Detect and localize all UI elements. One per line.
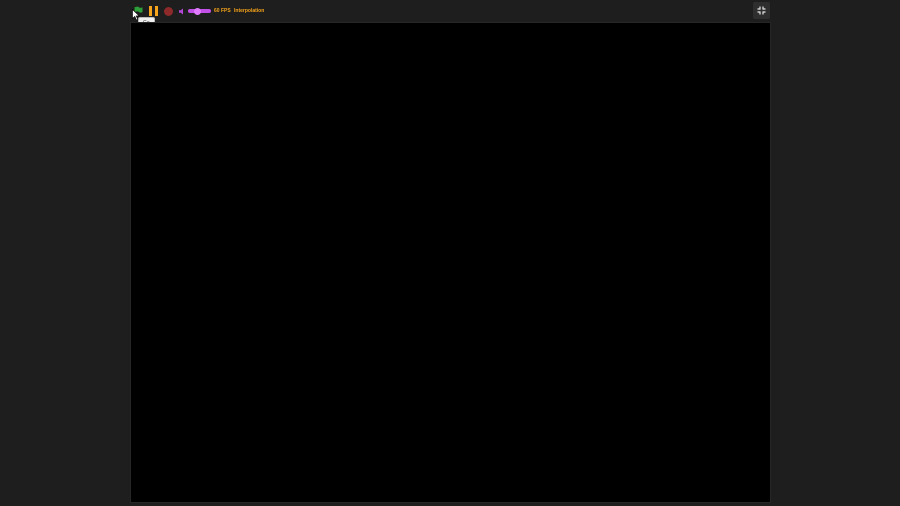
project-stage[interactable] [130,22,771,503]
player-toolbar: 60 FPS Interpolation [130,2,770,20]
pause-icon [147,6,159,16]
stop-button[interactable] [162,2,174,20]
mouse-cursor-icon [132,9,140,21]
fullscreen-icon [757,6,766,15]
stop-icon [163,6,173,16]
volume-slider-knob[interactable] [193,7,201,15]
speaker-icon [178,8,183,14]
interpolation-toggle[interactable]: Interpolation [234,2,264,20]
fullscreen-button[interactable] [753,2,770,19]
mute-button[interactable] [178,2,186,20]
fps-toggle[interactable]: 60 FPS [214,2,231,20]
volume-slider[interactable] [188,7,211,15]
